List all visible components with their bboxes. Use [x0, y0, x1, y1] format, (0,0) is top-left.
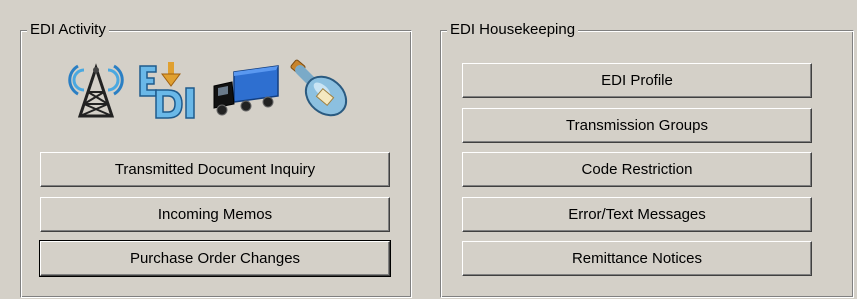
incoming-memos-label: Incoming Memos — [157, 206, 273, 223]
code-restriction-label: Code Restriction — [581, 161, 693, 178]
error-text-messages-button[interactable]: Error/Text Messages — [462, 197, 812, 232]
edi-profile-label: EDI Profile — [601, 72, 673, 89]
transmitted-document-inquiry-button[interactable]: Transmitted Document Inquiry — [40, 152, 390, 187]
purchase-order-changes-label: Purchase Order Changes — [129, 250, 301, 267]
remittance-notices-label: Remittance Notices — [571, 250, 703, 267]
code-restriction-button[interactable]: Code Restriction — [462, 152, 812, 187]
edi-profile-button[interactable]: EDI Profile — [462, 63, 812, 98]
delivery-truck-icon — [213, 65, 279, 116]
edi-housekeeping-title: EDI Housekeeping — [447, 21, 579, 39]
edi-document-icon — [139, 62, 195, 119]
transmission-groups-label: Transmission Groups — [566, 117, 708, 134]
remittance-notices-button[interactable]: Remittance Notices — [462, 241, 812, 276]
transmitted-document-inquiry-label: Transmitted Document Inquiry — [114, 161, 316, 178]
radio-tower-icon — [68, 63, 124, 118]
transmission-groups-button[interactable]: Transmission Groups — [462, 108, 812, 143]
incoming-memos-button[interactable]: Incoming Memos — [40, 197, 390, 232]
purchase-order-changes-button[interactable]: Purchase Order Changes — [39, 240, 391, 277]
message-bottle-icon — [290, 59, 348, 117]
edi-activity-title: EDI Activity — [27, 21, 109, 39]
error-text-messages-label: Error/Text Messages — [568, 206, 706, 223]
